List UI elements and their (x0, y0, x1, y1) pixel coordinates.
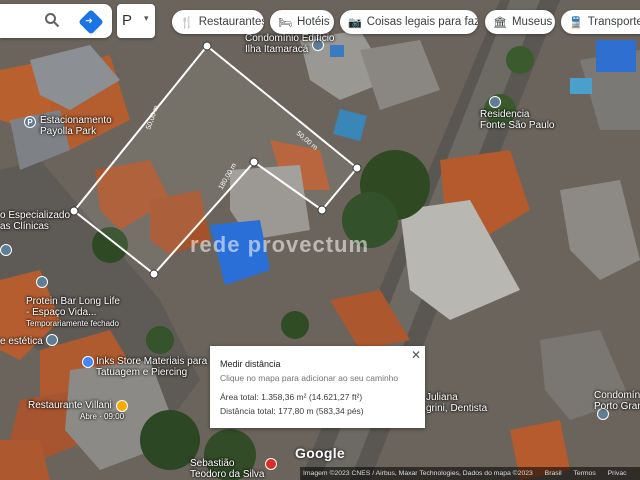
camera-icon: 📷 (348, 16, 362, 29)
chip-label: Restaurantes (198, 16, 264, 28)
place-residencia[interactable]: Residencia Fonte São Paulo (480, 109, 555, 131)
fork-knife-icon: 🍴 (180, 16, 194, 29)
directions-icon[interactable]: ➜ (78, 9, 104, 35)
place-especializado[interactable]: o Especializado as Clínicas (0, 210, 70, 232)
chip-label: Transporte p (587, 16, 640, 28)
measure-area: Área total: 1.358,36 m² (14.621,27 ft²) (220, 392, 363, 402)
place-juliana[interactable]: Juliana grini, Dentista (426, 392, 487, 414)
place-estetica[interactable]: e estética (0, 336, 43, 347)
measure-distance-panel: ✕ Medir distância Clique no mapa para ad… (210, 346, 425, 428)
chip-transporte[interactable]: 🚆 Transporte p (561, 10, 640, 34)
watermark: rede provectum (190, 232, 370, 257)
attribution-bar: Imagem ©2023 CNES / Airbus, Maxar Techno… (300, 467, 640, 480)
place-villani-hours: Abre · 09:00 (80, 412, 125, 421)
store-pin-icon[interactable] (82, 356, 94, 368)
attribution-imagery: Imagem ©2023 CNES / Airbus, Maxar Techno… (303, 470, 533, 477)
search-icon[interactable] (44, 12, 60, 28)
google-logo: Google (295, 445, 346, 461)
chip-label: Hotéis (296, 16, 330, 28)
parking-pin-icon[interactable]: P (24, 116, 36, 128)
chevron-down-icon[interactable]: ▾ (144, 13, 149, 24)
chip-restaurantes[interactable]: 🍴 Restaurantes (172, 10, 264, 34)
chip-hoteis[interactable]: 🛏 Hotéis (270, 10, 334, 34)
bed-icon: 🛏 (278, 16, 292, 29)
place-pin-icon[interactable] (265, 458, 277, 470)
restaurant-pin-icon[interactable] (116, 400, 128, 412)
close-icon[interactable]: ✕ (411, 348, 421, 362)
place-villani[interactable]: Restaurante Villani (28, 400, 112, 411)
layer-selector[interactable]: P ▾ (117, 4, 155, 38)
search-box[interactable]: ➜ (0, 4, 112, 38)
chip-label: Museus (511, 16, 553, 28)
attribution-terms[interactable]: Termos (573, 470, 595, 477)
museum-icon: 🏛 (493, 16, 507, 29)
place-inks-store[interactable]: Inks Store Materiais para Tatuagem e Pie… (96, 356, 207, 378)
chip-museus[interactable]: 🏛 Museus (485, 10, 555, 34)
place-protein-status: Temporariamente fechado (26, 319, 119, 328)
train-icon: 🚆 (569, 16, 583, 29)
attribution-feedback[interactable]: Privac (608, 470, 627, 477)
measure-hint: Clique no mapa para adicionar ao seu cam… (220, 373, 399, 383)
measure-distance: Distância total: 177,80 m (583,34 pés) (220, 406, 364, 416)
estetica-pin-icon[interactable] (46, 334, 58, 346)
place-condominio-porto[interactable]: Condomínio Porto Grand (594, 390, 640, 412)
layer-label: P (122, 12, 133, 29)
attribution-country[interactable]: Brasil (545, 470, 562, 477)
chip-coisas-legais[interactable]: 📷 Coisas legais para fazer (340, 10, 478, 34)
place-condominio-ilha[interactable]: Condomínio Edifício Ilha Itamaracá (245, 33, 335, 55)
chip-label: Coisas legais para fazer (366, 16, 478, 28)
protein-bar-pin-icon[interactable] (36, 276, 48, 288)
place-protein-bar[interactable]: Protein Bar Long Life - Espaço Vida... (26, 296, 120, 318)
clinic-pin-icon[interactable] (0, 244, 12, 256)
place-estacionamento[interactable]: Estacionamento Payolla Park (40, 115, 112, 137)
place-sebastiao[interactable]: Sebastião Teodoro da Silva (190, 458, 265, 480)
residence-pin-icon[interactable] (489, 96, 501, 108)
measure-title: Medir distância (220, 359, 281, 369)
